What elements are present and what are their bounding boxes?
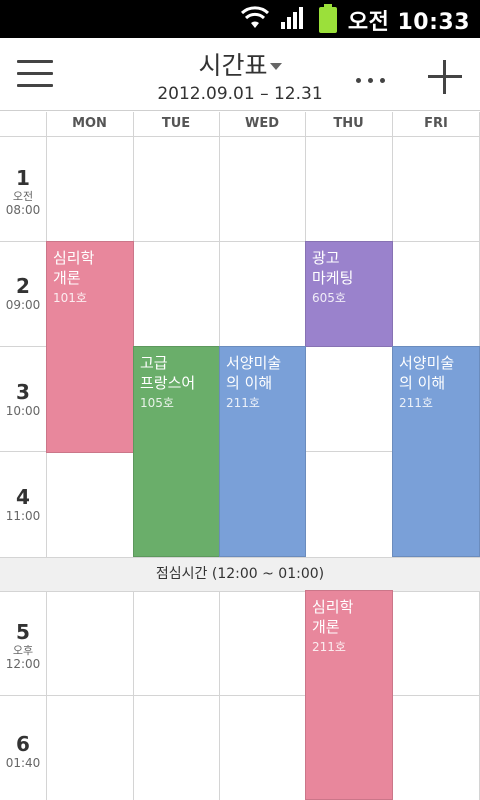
class-room: 211호 <box>399 396 433 410</box>
class-room: 605호 <box>312 291 346 305</box>
period-number: 5 <box>16 620 30 644</box>
more-icon[interactable] <box>356 68 396 83</box>
day-header-tue: TUE <box>161 116 191 131</box>
class-block[interactable]: 고급 프랑스어 105호 <box>133 346 220 557</box>
period-5: 5 오후 12:00 <box>0 620 46 671</box>
class-room: 105호 <box>140 396 174 410</box>
day-header-mon: MON <box>72 116 107 131</box>
period-number: 6 <box>16 732 30 756</box>
wifi-icon <box>240 6 270 28</box>
class-name: 고급 프랑스어 <box>140 354 196 392</box>
period-ampm: 오후 <box>12 644 34 657</box>
day-header-wed: WED <box>244 116 279 131</box>
class-room: 211호 <box>226 396 260 410</box>
page-title: 시간표 <box>198 51 268 80</box>
period-time: 09:00 <box>5 298 41 312</box>
class-room: 101호 <box>53 291 87 305</box>
status-bar: 오전 10:33 <box>0 0 480 38</box>
period-number: 2 <box>16 274 30 298</box>
period-number: 1 <box>16 166 30 190</box>
class-room: 211호 <box>312 640 346 654</box>
class-name: 서양미술 의 이해 <box>226 354 282 392</box>
class-block[interactable]: 광고 마케팅 605호 <box>305 241 393 347</box>
period-number: 4 <box>16 485 30 509</box>
chevron-down-icon <box>269 63 282 70</box>
period-time: 01:40 <box>5 756 41 770</box>
grid-line <box>0 695 480 696</box>
date-range: 2012.09.01 – 12.31 <box>157 84 323 104</box>
class-name: 광고 마케팅 <box>312 249 354 287</box>
period-4: 4 11:00 <box>0 485 46 523</box>
battery-icon <box>319 4 337 33</box>
status-time: 오전 10:33 <box>347 10 470 35</box>
period-ampm: 오전 <box>12 190 34 203</box>
period-time: 11:00 <box>5 509 41 523</box>
period-3: 3 10:00 <box>0 380 46 418</box>
period-2: 2 09:00 <box>0 274 46 312</box>
lunch-break-band: 점심시간 (12:00 ~ 01:00) <box>0 557 480 592</box>
menu-icon[interactable] <box>17 60 53 88</box>
class-name: 심리학 개론 <box>53 249 95 287</box>
class-name: 서양미술 의 이해 <box>399 354 455 392</box>
class-block[interactable]: 심리학 개론 101호 <box>46 241 134 453</box>
period-1: 1 오전 08:00 <box>0 166 46 217</box>
period-time: 08:00 <box>5 203 41 217</box>
class-block[interactable]: 심리학 개론 211호 <box>305 590 393 800</box>
title-dropdown[interactable]: 시간표 2012.09.01 – 12.31 <box>140 46 340 104</box>
class-block[interactable]: 서양미술 의 이해 211호 <box>219 346 306 557</box>
period-time: 12:00 <box>5 657 41 671</box>
period-6: 6 01:40 <box>0 732 46 770</box>
app-bar: 시간표 2012.09.01 – 12.31 <box>0 38 480 111</box>
class-block[interactable]: 서양미술 의 이해 211호 <box>392 346 480 557</box>
class-name: 심리학 개론 <box>312 598 354 636</box>
period-time: 10:00 <box>5 404 41 418</box>
add-icon[interactable] <box>428 60 462 94</box>
day-header-fri: FRI <box>424 116 448 131</box>
signal-icon <box>281 7 303 29</box>
period-number: 3 <box>16 380 30 404</box>
day-header-thu: THU <box>333 116 364 131</box>
grid-line <box>46 112 47 800</box>
